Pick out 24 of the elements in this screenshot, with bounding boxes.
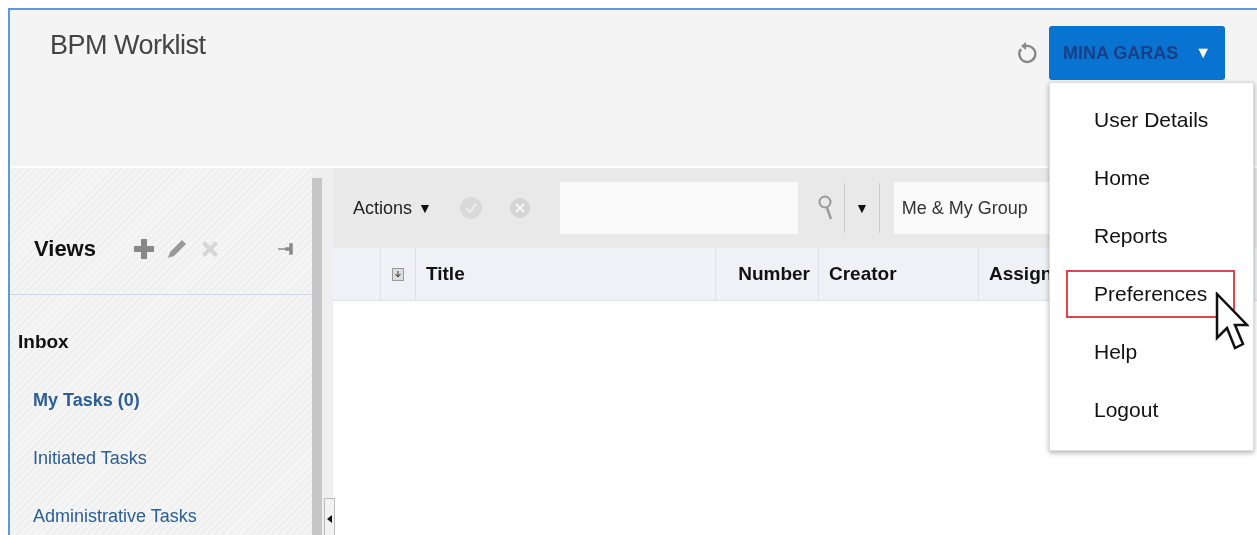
- view-link[interactable]: My Tasks (0): [33, 390, 312, 411]
- column-chooser-icon[interactable]: [392, 267, 404, 281]
- delete-icon[interactable]: [200, 239, 220, 259]
- reject-icon[interactable]: [509, 198, 530, 218]
- refresh-icon[interactable]: [1015, 41, 1037, 65]
- view-link[interactable]: Administrative Tasks: [33, 506, 312, 527]
- views-title: Views: [34, 236, 96, 262]
- user-menu-button[interactable]: MINA GARAS ▼: [1049, 26, 1225, 80]
- add-icon[interactable]: [134, 239, 154, 259]
- search-options-caret[interactable]: ▼: [844, 200, 879, 216]
- menu-item[interactable]: Logout: [1066, 386, 1235, 434]
- menu-item[interactable]: User Details: [1066, 96, 1235, 144]
- actions-menu[interactable]: Actions ▼: [353, 197, 432, 219]
- column-header[interactable]: Creator: [829, 263, 897, 285]
- column-header[interactable]: Number: [738, 263, 810, 285]
- menu-item[interactable]: Preferences: [1066, 270, 1235, 318]
- view-link[interactable]: Initiated Tasks: [33, 448, 312, 469]
- column-header[interactable]: Title: [426, 263, 465, 285]
- menu-item[interactable]: Help: [1066, 328, 1235, 376]
- section-heading: Inbox: [18, 331, 70, 353]
- pencil-icon[interactable]: [166, 238, 188, 260]
- collapse-handle[interactable]: [324, 498, 335, 535]
- search-icon[interactable]: [817, 195, 834, 221]
- app-title: BPM Worklist: [50, 30, 206, 61]
